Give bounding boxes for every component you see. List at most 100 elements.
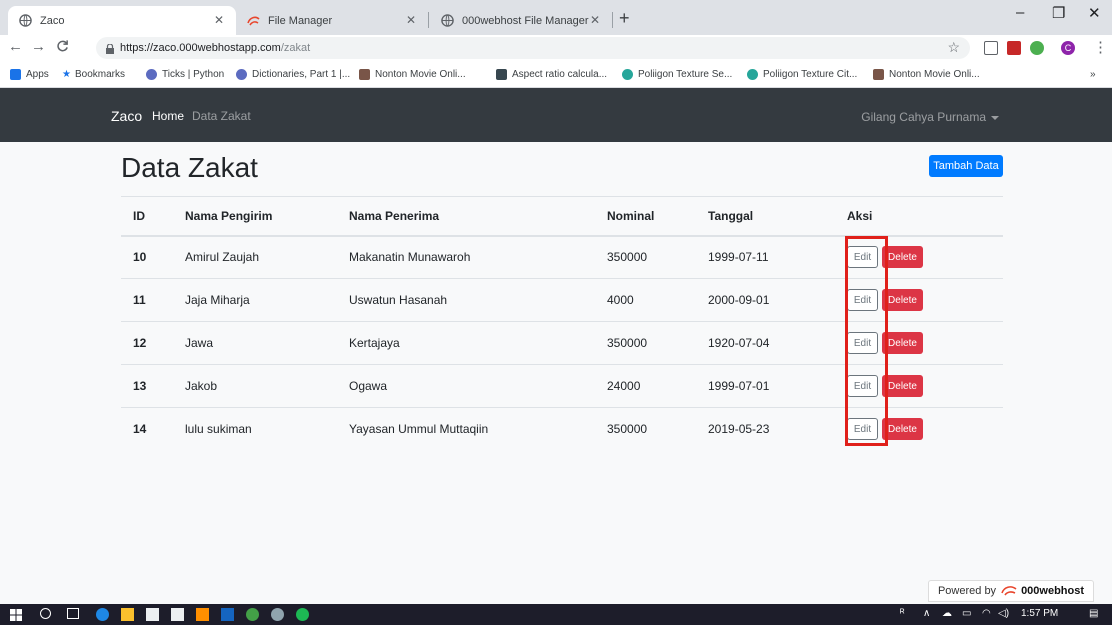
bookmark-label: Nonton Movie Onli... bbox=[889, 69, 980, 80]
cell-penerima: Kertajaya bbox=[337, 321, 595, 365]
bookmark-label: Nonton Movie Onli... bbox=[375, 69, 466, 80]
tab-000webhost-file-manager[interactable]: 000webhost File Manager ✕ bbox=[430, 6, 612, 35]
bookmark-bookmarks[interactable]: ★ Bookmarks bbox=[62, 69, 125, 80]
column-header: ID bbox=[121, 196, 173, 237]
tab-zaco[interactable]: Zaco ✕ bbox=[8, 6, 236, 35]
store-icon[interactable] bbox=[146, 608, 159, 621]
delete-button[interactable]: Delete bbox=[882, 418, 923, 441]
cell-penerima: Uswatun Hasanah bbox=[337, 278, 595, 322]
close-tab-icon[interactable]: ✕ bbox=[214, 13, 224, 27]
task-view-icon[interactable] bbox=[67, 608, 79, 619]
restore-icon[interactable]: ❐ bbox=[1052, 4, 1065, 22]
column-header: Nama Penerima bbox=[337, 196, 595, 237]
cell-nominal: 350000 bbox=[595, 407, 696, 451]
tab-file-manager[interactable]: File Manager ✕ bbox=[236, 6, 428, 35]
new-tab-button[interactable]: + bbox=[619, 8, 630, 29]
chrome-icon[interactable] bbox=[246, 608, 259, 621]
edge-icon[interactable] bbox=[96, 608, 109, 621]
delete-button[interactable]: Delete bbox=[882, 375, 923, 397]
bookmark-label: Poliigon Texture Se... bbox=[638, 69, 733, 80]
minimize-icon[interactable]: – bbox=[1016, 4, 1024, 21]
url-host: https://zaco.000webhostapp.com bbox=[120, 42, 281, 54]
back-icon[interactable]: ← bbox=[8, 38, 23, 55]
cell-nominal: 24000 bbox=[595, 364, 696, 408]
browser-tab-strip: Zaco ✕ File Manager ✕ 000webhost File Ma… bbox=[0, 0, 1112, 35]
profile-avatar[interactable]: C bbox=[1061, 41, 1075, 55]
cell-pengirim: Amirul Zaujah bbox=[173, 235, 337, 279]
notification-icon[interactable]: ▤ bbox=[1089, 608, 1098, 619]
address-bar[interactable]: https://zaco.000webhostapp.com/zakat ☆ bbox=[96, 37, 970, 59]
bookmark-poliigon-cit[interactable]: Poliigon Texture Cit... bbox=[747, 69, 857, 80]
globe-icon bbox=[18, 14, 32, 28]
cell-pengirim: Jawa bbox=[173, 321, 337, 365]
bookmarks-overflow-icon[interactable]: » bbox=[1090, 69, 1096, 80]
lock-icon bbox=[106, 42, 114, 54]
user-dropdown[interactable]: Gilang Cahya Purnama bbox=[861, 110, 999, 124]
webhost-logo-icon bbox=[1000, 584, 1018, 599]
powered-by-badge[interactable]: Powered by 000webhost bbox=[928, 580, 1094, 602]
cell-penerima: Ogawa bbox=[337, 364, 595, 408]
people-icon[interactable]: ᴿ bbox=[900, 608, 905, 619]
close-tab-icon[interactable]: ✕ bbox=[406, 13, 416, 27]
bookmark-nonton-movie-2[interactable]: Nonton Movie Onli... bbox=[873, 69, 980, 80]
cloud-icon[interactable]: ☁ bbox=[942, 608, 952, 619]
bookmark-poliigon-se[interactable]: Poliigon Texture Se... bbox=[622, 69, 732, 80]
close-window-icon[interactable]: ✕ bbox=[1088, 4, 1101, 22]
volume-icon[interactable]: ◁) bbox=[998, 608, 1009, 619]
app-icon[interactable] bbox=[271, 608, 284, 621]
word-icon[interactable] bbox=[221, 608, 234, 621]
bookmark-ticks-python[interactable]: Ticks | Python bbox=[146, 69, 224, 80]
bookmark-apps[interactable]: Apps bbox=[10, 69, 49, 80]
cell-pengirim: Jakob bbox=[173, 364, 337, 408]
cell-pengirim: lulu sukiman bbox=[173, 407, 337, 451]
bookmark-star-icon[interactable]: ☆ bbox=[947, 39, 960, 56]
cell-penerima: Makanatin Munawaroh bbox=[337, 235, 595, 279]
add-data-button[interactable]: Tambah Data bbox=[929, 155, 1003, 177]
bookmark-label: Dictionaries, Part 1 |... bbox=[252, 69, 351, 80]
bookmark-label: Apps bbox=[26, 69, 49, 80]
cell-id: 10 bbox=[121, 235, 173, 279]
close-tab-icon[interactable]: ✕ bbox=[590, 13, 600, 27]
battery-icon[interactable]: ▭ bbox=[962, 608, 971, 619]
bookmark-dictionaries[interactable]: Dictionaries, Part 1 |... bbox=[236, 69, 350, 80]
bookmark-nonton-movie[interactable]: Nonton Movie Onli... bbox=[359, 69, 466, 80]
windows-start-icon[interactable] bbox=[10, 608, 23, 621]
nav-link-data-zakat[interactable]: Data Zakat bbox=[192, 109, 251, 123]
forward-icon[interactable]: → bbox=[31, 38, 46, 55]
file-explorer-icon[interactable] bbox=[121, 608, 134, 621]
cell-id: 14 bbox=[121, 407, 173, 451]
nav-link-home[interactable]: Home bbox=[152, 109, 184, 123]
apps-grid-icon bbox=[10, 69, 21, 80]
cell-nominal: 350000 bbox=[595, 321, 696, 365]
star-icon: ★ bbox=[62, 69, 71, 80]
delete-button[interactable]: Delete bbox=[882, 332, 923, 354]
mail-icon[interactable] bbox=[171, 608, 184, 621]
search-icon[interactable] bbox=[40, 608, 51, 619]
reload-icon[interactable] bbox=[56, 39, 69, 56]
bookmark-label: Bookmarks bbox=[74, 69, 125, 80]
user-name: Gilang Cahya Purnama bbox=[861, 110, 986, 124]
illustrator-icon[interactable] bbox=[196, 608, 209, 621]
menu-kebab-icon[interactable]: ⋮ bbox=[1093, 38, 1108, 56]
cell-id: 12 bbox=[121, 321, 173, 365]
delete-button[interactable]: Delete bbox=[882, 289, 923, 311]
tab-title: File Manager bbox=[268, 14, 333, 27]
cell-penerima: Yayasan Ummul Muttaqiin bbox=[337, 407, 595, 451]
table-header-row: ID Nama Pengirim Nama Penerima Nominal T… bbox=[121, 196, 1003, 237]
clock[interactable]: 1:57 PM bbox=[1021, 608, 1058, 619]
tab-title: Zaco bbox=[40, 14, 65, 27]
cell-tanggal: 1999-07-11 bbox=[696, 235, 835, 279]
navbar-brand[interactable]: Zaco bbox=[111, 108, 142, 124]
chevron-up-icon[interactable]: ∧ bbox=[923, 608, 930, 619]
page-title: Data Zakat bbox=[121, 152, 258, 183]
extension-icon[interactable] bbox=[984, 41, 998, 55]
cell-tanggal: 1920-07-04 bbox=[696, 321, 835, 365]
bookmark-label: Poliigon Texture Cit... bbox=[763, 69, 858, 80]
wifi-icon[interactable]: ◠ bbox=[982, 608, 991, 619]
bookmark-aspect-ratio[interactable]: Aspect ratio calcula... bbox=[496, 69, 607, 80]
delete-button[interactable]: Delete bbox=[882, 246, 923, 269]
pdf-extension-icon[interactable] bbox=[1007, 41, 1021, 55]
spotify-icon[interactable] bbox=[296, 608, 309, 621]
site-icon bbox=[747, 69, 758, 80]
extension-icon[interactable] bbox=[1030, 41, 1044, 55]
